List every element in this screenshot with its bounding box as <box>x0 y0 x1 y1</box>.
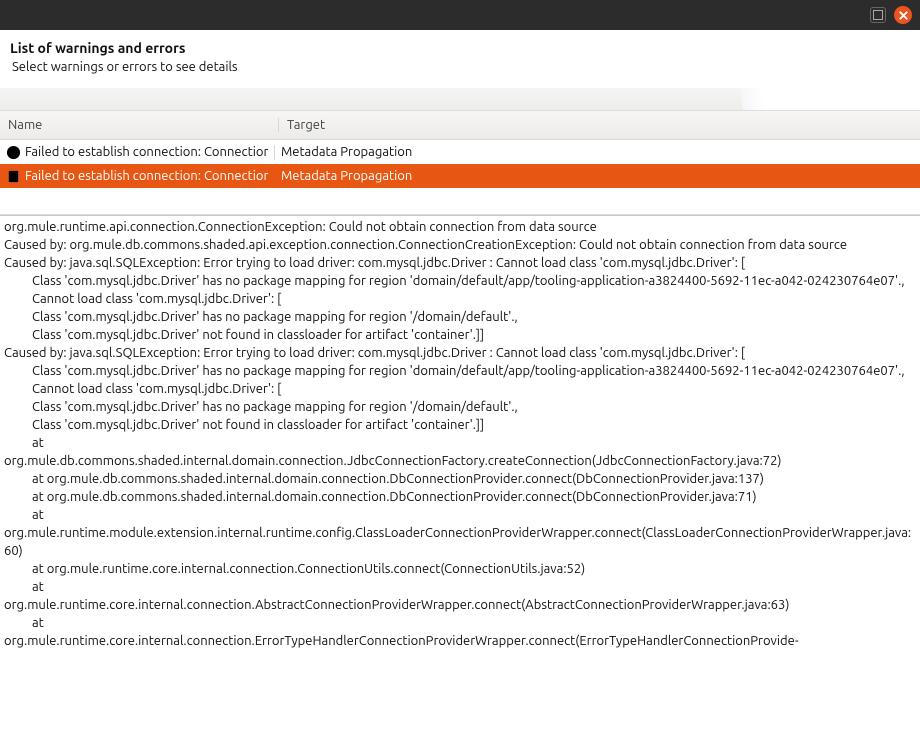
stacktrace-line: Class 'com.mysql.jdbc.Driver' has no pac… <box>4 362 916 380</box>
close-icon <box>896 8 911 23</box>
stacktrace-line: Class 'com.mysql.jdbc.Driver' not found … <box>4 326 916 344</box>
stacktrace-line: at <box>4 434 916 452</box>
cell-target: Metadata Propagation <box>275 169 920 183</box>
stacktrace-line: Class 'com.mysql.jdbc.Driver' has no pac… <box>4 272 916 290</box>
dialog-subtitle: Select warnings or errors to see details <box>12 60 910 74</box>
row-name-label: Failed to establish connection: Connecti… <box>25 145 268 159</box>
stacktrace-line: Caused by: org.mule.db.commons.shaded.ap… <box>4 236 916 254</box>
column-header-target[interactable]: Target <box>279 118 920 132</box>
stacktrace-line: org.mule.db.commons.shaded.internal.doma… <box>4 452 916 470</box>
stacktrace-line: org.mule.runtime.module.extension.intern… <box>4 524 916 560</box>
problems-table: Name Target Failed to establish connecti… <box>0 111 920 215</box>
warning-icon <box>6 169 21 184</box>
stacktrace-line: at <box>4 614 916 632</box>
stacktrace-line: Caused by: java.sql.SQLException: Error … <box>4 344 916 362</box>
stacktrace-line: Cannot load class 'com.mysql.jdbc.Driver… <box>4 380 916 398</box>
stacktrace-line: org.mule.runtime.core.internal.connectio… <box>4 596 916 614</box>
stacktrace-line: at <box>4 578 916 596</box>
stacktrace-line: at org.mule.runtime.core.internal.connec… <box>4 560 916 578</box>
maximize-button[interactable] <box>870 7 886 23</box>
close-button[interactable] <box>894 6 912 24</box>
window-titlebar <box>0 0 920 30</box>
cell-target: Metadata Propagation <box>275 145 920 159</box>
stacktrace-line: Class 'com.mysql.jdbc.Driver' has no pac… <box>4 308 916 326</box>
stacktrace-line: at <box>4 506 916 524</box>
details-panel[interactable]: org.mule.runtime.api.connection.Connecti… <box>0 215 920 740</box>
stacktrace-line: org.mule.runtime.core.internal.connectio… <box>4 632 916 650</box>
cell-name: Failed to establish connection: Connecti… <box>0 169 275 184</box>
table-body: Failed to establish connection: Connecti… <box>0 140 920 214</box>
dialog-title: List of warnings and errors <box>10 40 910 56</box>
stacktrace-line: Caused by: java.sql.SQLException: Error … <box>4 254 916 272</box>
dialog-header: List of warnings and errors Select warni… <box>0 30 920 82</box>
table-header: Name Target <box>0 111 920 140</box>
error-icon <box>6 145 21 160</box>
header-banner <box>0 88 920 111</box>
row-name-label: Failed to establish connection: Connecti… <box>25 169 268 183</box>
table-row[interactable]: Failed to establish connection: Connecti… <box>0 140 920 164</box>
stacktrace-line: org.mule.runtime.api.connection.Connecti… <box>4 218 916 236</box>
stacktrace-line: at org.mule.db.commons.shaded.internal.d… <box>4 470 916 488</box>
stacktrace-line: Cannot load class 'com.mysql.jdbc.Driver… <box>4 290 916 308</box>
stacktrace-line: at org.mule.db.commons.shaded.internal.d… <box>4 488 916 506</box>
column-header-name[interactable]: Name <box>0 118 279 132</box>
cell-name: Failed to establish connection: Connecti… <box>0 145 275 160</box>
stacktrace-line: Class 'com.mysql.jdbc.Driver' not found … <box>4 416 916 434</box>
stacktrace-line: Class 'com.mysql.jdbc.Driver' has no pac… <box>4 398 916 416</box>
table-row[interactable]: Failed to establish connection: Connecti… <box>0 164 920 188</box>
